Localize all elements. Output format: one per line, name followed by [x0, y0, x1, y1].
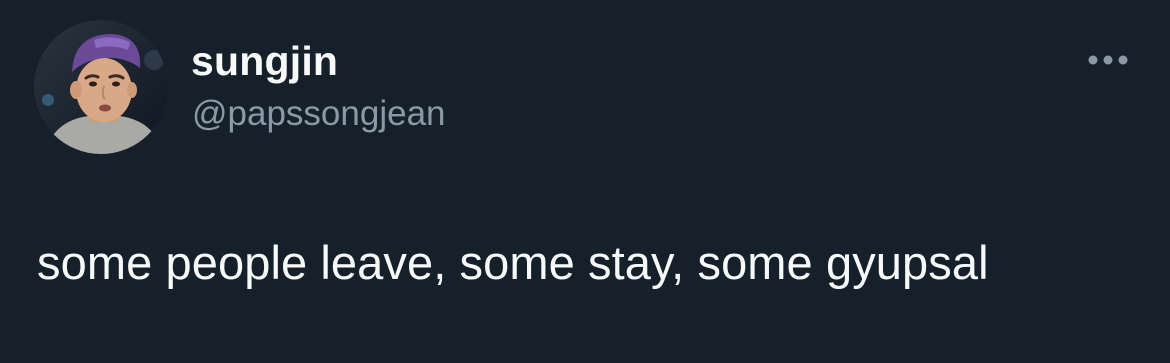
tweet-text: some people leave, some stay, some gyups…: [37, 236, 989, 289]
author-handle[interactable]: @papssongjean: [192, 94, 446, 134]
author-display-name[interactable]: sungjin: [191, 38, 338, 84]
tweet-card: sungjin @papssongjean some people leave,…: [0, 0, 1170, 363]
author-avatar[interactable]: [34, 20, 168, 154]
more-options-button[interactable]: [1080, 44, 1136, 76]
more-horizontal-icon: [1088, 55, 1128, 65]
avatar-photo-icon: [34, 20, 168, 154]
